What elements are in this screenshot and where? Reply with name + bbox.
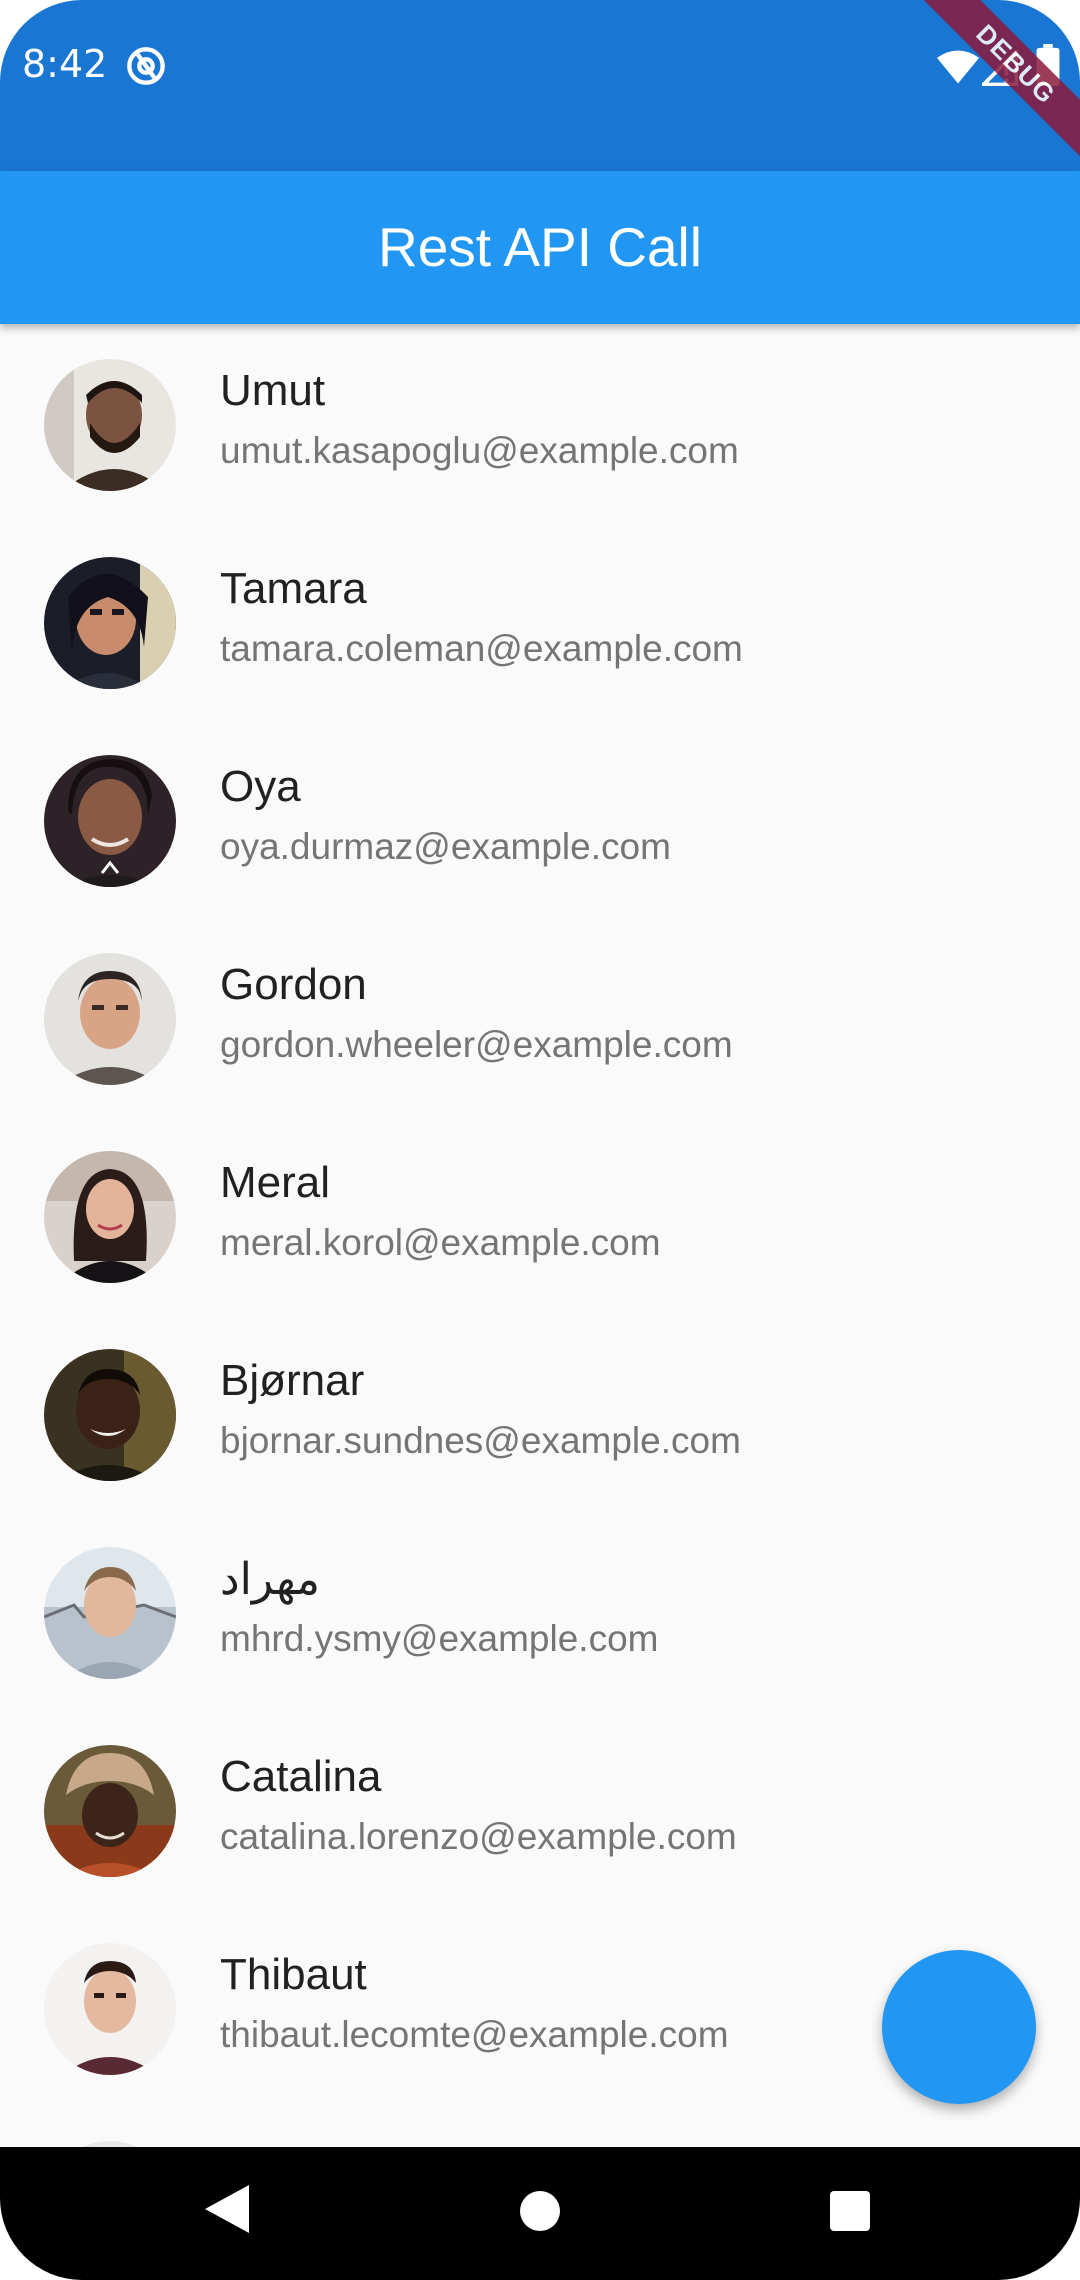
list-item[interactable]: مهراد mhrd.ysmy@example.com [0,1512,1080,1710]
user-avatar-icon [44,1943,176,2075]
user-email: mhrd.ysmy@example.com [220,1618,659,1659]
user-name: مهراد [220,1555,320,1604]
list-item[interactable]: Umut umut.kasapoglu@example.com [0,324,1080,522]
user-avatar-icon [44,1745,176,1877]
list-item[interactable]: Catalina catalina.lorenzo@example.com [0,1710,1080,1908]
user-avatar-icon [44,953,176,1085]
list-item[interactable]: Gordon gordon.wheeler@example.com [0,918,1080,1116]
page-title: Rest API Call [377,216,702,278]
user-email: bjornar.sundnes@example.com [220,1420,741,1461]
fab-button[interactable] [882,1950,1036,2104]
signal-icon [982,50,1018,86]
user-name: Meral [220,1158,331,1207]
user-email: umut.kasapoglu@example.com [220,430,739,471]
list-item[interactable]: Oya oya.durmaz@example.com [0,720,1080,918]
app-bar: Rest API Call [0,171,1080,324]
home-circle-icon[interactable] [520,2191,560,2231]
user-email: tamara.coleman@example.com [220,628,743,669]
user-name: Umut [220,366,326,415]
user-email: meral.korol@example.com [220,1222,661,1263]
status-time: 8:42 [22,42,108,86]
user-name: Gordon [220,960,367,1009]
list-item[interactable] [0,2106,1080,2147]
user-email: catalina.lorenzo@example.com [220,1816,737,1857]
user-name: Tamara [220,564,367,613]
user-avatar-icon [44,755,176,887]
user-list[interactable]: Umut umut.kasapoglu@example.com Tamara t… [0,324,1080,2147]
user-email: oya.durmaz@example.com [220,826,671,867]
phone-screen: 8:42 DEBUG Rest API Call Umut umut.kasap… [0,0,1080,2280]
wifi-icon [936,50,980,84]
navigation-bar [0,2147,1080,2280]
user-name: Oya [220,762,301,811]
back-triangle-icon[interactable] [205,2185,249,2233]
battery-icon [1036,44,1060,86]
at-sign-icon [127,47,165,85]
user-email: gordon.wheeler@example.com [220,1024,733,1065]
list-item[interactable]: Tamara tamara.coleman@example.com [0,522,1080,720]
list-item[interactable]: Meral meral.korol@example.com [0,1116,1080,1314]
user-name: Thibaut [220,1950,367,1999]
user-avatar-icon [44,557,176,689]
user-avatar-icon [44,1547,176,1679]
user-email: thibaut.lecomte@example.com [220,2014,729,2055]
list-item[interactable]: Bjørnar bjornar.sundnes@example.com [0,1314,1080,1512]
status-bar: 8:42 DEBUG [0,0,1080,171]
user-name: Bjørnar [220,1356,365,1405]
user-avatar-icon [44,1349,176,1481]
user-avatar-icon [44,1151,176,1283]
user-avatar-icon [44,359,176,491]
recents-square-icon[interactable] [830,2191,870,2231]
user-name: Catalina [220,1752,382,1801]
